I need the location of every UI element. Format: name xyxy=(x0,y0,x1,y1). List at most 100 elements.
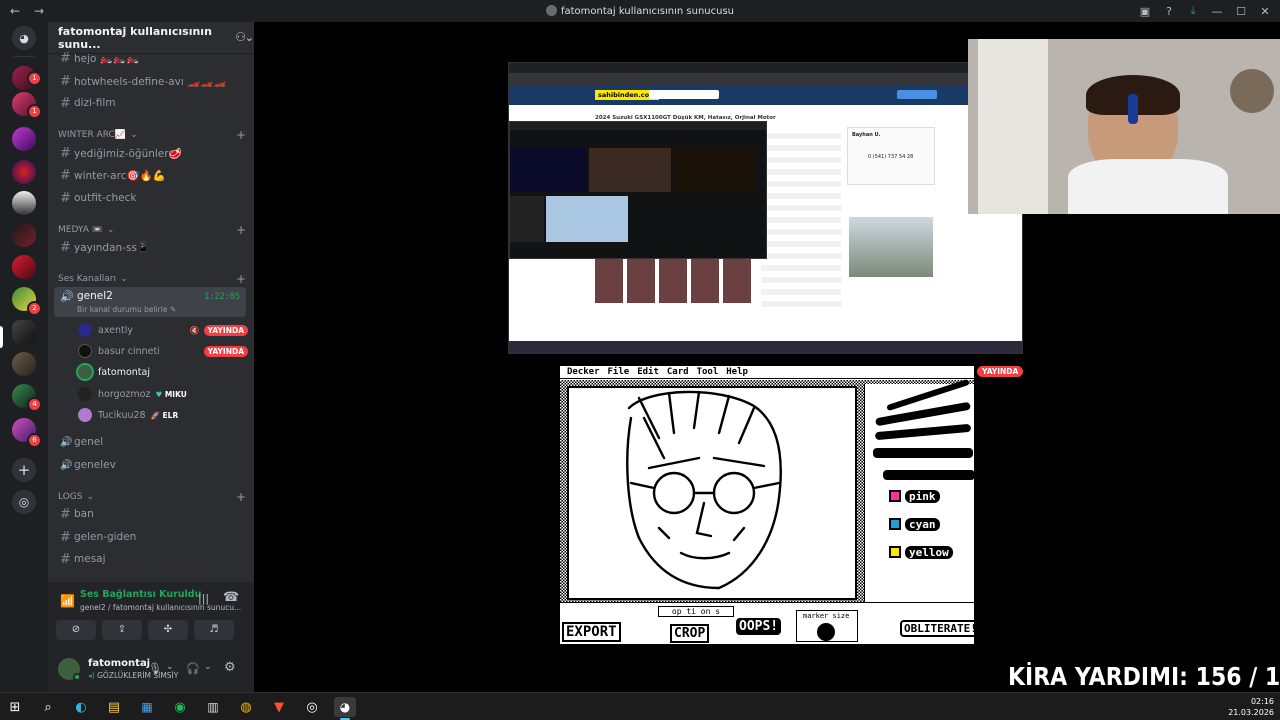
add-channel-icon[interactable]: + xyxy=(236,223,246,237)
category-winter-arc[interactable]: WINTER ARC📈 ⌄ + xyxy=(58,128,246,142)
spotify-icon[interactable]: ◉ xyxy=(169,697,191,717)
pen-tool[interactable] xyxy=(874,423,972,441)
avatar xyxy=(78,344,92,358)
server-icon-7[interactable] xyxy=(12,255,36,279)
system-clock[interactable]: 02:16 21.03.2026 xyxy=(1228,696,1274,718)
chrome-icon[interactable]: ◍ xyxy=(235,697,257,717)
channel-hejo[interactable]: # hejo 🏍️🏍️🏍️ xyxy=(56,48,246,68)
settings-gear-icon[interactable]: ⚙ xyxy=(224,660,236,675)
voice-user-basur[interactable]: basur cinneti YAYINDA xyxy=(78,341,248,361)
activities-button[interactable]: ✣ xyxy=(148,620,188,640)
maximize-button[interactable]: ☐ xyxy=(1232,2,1250,20)
microphone-icon[interactable]: 🎙 xyxy=(148,662,162,675)
server-icon-5[interactable] xyxy=(12,191,36,215)
voice-user-tucikuu[interactable]: Tucikuu28 🚀 ELR xyxy=(78,405,248,425)
marker-pink[interactable]: pink xyxy=(889,488,974,504)
voice-channel-genel[interactable]: 🔊 genel xyxy=(56,432,246,452)
soundboard-button[interactable]: ♬ xyxy=(194,620,234,640)
pen-tool[interactable] xyxy=(883,470,974,480)
username[interactable]: fatomontaj xyxy=(88,658,150,669)
voice-channel-genel2[interactable]: 🔊 genel2 1:22:05 Bir kanal durumu belirl… xyxy=(54,287,246,317)
webcam-stream[interactable] xyxy=(968,39,1280,214)
channel-gelen-giden[interactable]: # gelen-giden xyxy=(56,527,246,547)
marker-size-control[interactable]: marker size xyxy=(796,610,858,642)
voice-user-horgozmoz[interactable]: horgozmoz ♥ MIKU xyxy=(78,384,248,404)
add-channel-icon[interactable]: + xyxy=(236,128,246,142)
ad-image xyxy=(849,217,933,277)
user-status: ◂) GÖZLÜKLERİM SİMSİY xyxy=(88,671,179,680)
menu-card[interactable]: Card xyxy=(667,366,689,378)
inbox-icon[interactable]: ▣ xyxy=(1136,2,1154,20)
menu-decker[interactable]: Decker xyxy=(567,366,600,378)
help-icon[interactable]: ? xyxy=(1160,2,1178,20)
marker-yellow[interactable]: yellow xyxy=(889,544,974,560)
file-explorer-icon[interactable]: ▤ xyxy=(103,697,125,717)
server-icon-9[interactable] xyxy=(12,352,36,376)
obliterate-button[interactable]: OBLITERATE! xyxy=(900,620,974,637)
stream-screen-share-browser[interactable]: sahibinden.com 2024 Suzuki GSX1100GT Düş… xyxy=(508,62,1023,354)
server-icon-4[interactable] xyxy=(12,160,36,184)
category-medya[interactable]: MEDYA 📼 ⌄ + xyxy=(58,223,246,237)
crop-button[interactable]: CROP xyxy=(670,624,710,643)
add-channel-icon[interactable]: + xyxy=(236,490,246,504)
channel-yayindan-ss[interactable]: # yayından-ss📱 xyxy=(56,237,246,257)
pen-tools-palette[interactable]: pink cyan yellow xyxy=(864,378,974,604)
chevron-down-icon[interactable]: ⌄ xyxy=(204,662,212,672)
pink-swatch xyxy=(889,490,901,502)
connection-detail[interactable]: genel2 / fatomontaj kullanıcısının sunuc… xyxy=(80,603,241,612)
server-icon-active[interactable] xyxy=(12,320,36,344)
drawing-canvas[interactable] xyxy=(567,386,857,600)
minimize-button[interactable]: — xyxy=(1208,2,1226,20)
server-icon-3[interactable] xyxy=(12,127,36,151)
search-icon[interactable]: ⌕ xyxy=(37,697,59,717)
channel-winter-arc[interactable]: # winter-arc🎯🔥💪 xyxy=(56,165,246,185)
discord-taskbar-icon[interactable]: ◕ xyxy=(334,697,356,717)
export-button[interactable]: EXPORT xyxy=(562,622,621,642)
obs-icon[interactable]: ◎ xyxy=(301,697,323,717)
menu-tool[interactable]: Tool xyxy=(697,366,719,378)
screen-share-button[interactable]: ⇪ xyxy=(102,620,142,640)
connection-status[interactable]: Ses Bağlantısı Kuruldu xyxy=(80,589,201,600)
marker-cyan[interactable]: cyan xyxy=(889,516,974,532)
channel-dizi-film[interactable]: # dizi-film xyxy=(56,93,246,113)
brave-icon[interactable]: ▼ xyxy=(268,697,290,717)
noise-suppression-icon[interactable]: ||| xyxy=(198,592,209,605)
headphones-icon[interactable]: 🎧 xyxy=(186,662,200,675)
discord-home-icon[interactable]: ◕ xyxy=(12,26,36,50)
edge-browser-icon[interactable]: ◐ xyxy=(70,697,92,717)
store-icon[interactable]: ▦ xyxy=(136,697,158,717)
menu-edit[interactable]: Edit xyxy=(637,366,659,378)
channel-hotwheels[interactable]: # hotwheels-define-avı 🏎️🏎️🏎️ xyxy=(56,71,246,91)
add-channel-icon[interactable]: + xyxy=(236,272,246,286)
channel-yedigimiz[interactable]: # yediğimiz-öğünler🥩 xyxy=(56,143,246,163)
category-ses-kanallari[interactable]: Ses Kanalları ⌄ + xyxy=(58,272,246,286)
menu-help[interactable]: Help xyxy=(726,366,748,378)
calculator-icon[interactable]: ▥ xyxy=(202,697,224,717)
download-icon[interactable]: ⤓ xyxy=(1184,2,1202,20)
voice-user-axently[interactable]: axently 🔇 YAYINDA xyxy=(78,320,248,340)
voice-channel-genelev[interactable]: 🔊 genelev xyxy=(56,455,246,475)
chevron-down-icon[interactable]: ⌄ xyxy=(166,662,174,672)
oops-button[interactable]: OOPS! xyxy=(736,618,782,635)
windows-start-icon[interactable]: ⊞ xyxy=(4,697,26,717)
options-button[interactable]: op ti on s xyxy=(658,606,734,617)
stream-screen-share-decker[interactable]: Decker File Edit Card Tool Help pink cya… xyxy=(560,366,974,644)
channel-ban[interactable]: # ban xyxy=(56,504,246,524)
add-friend-icon[interactable]: ⚇ xyxy=(235,30,246,44)
add-server-icon[interactable]: + xyxy=(12,458,36,482)
pen-tool[interactable] xyxy=(873,448,973,458)
server-icon-6[interactable] xyxy=(12,223,36,247)
disconnect-icon[interactable]: ☎ xyxy=(223,590,239,605)
explore-icon[interactable]: ◎ xyxy=(12,490,36,514)
channel-outfit-check[interactable]: # outfit-check xyxy=(56,188,246,208)
portrait-sketch xyxy=(626,390,782,590)
menu-file[interactable]: File xyxy=(608,366,630,378)
channel-status-hint[interactable]: Bir kanal durumu belirle ✎ xyxy=(77,305,176,314)
close-button[interactable]: ✕ xyxy=(1256,2,1274,20)
live-badge: YAYINDA xyxy=(203,324,248,336)
channel-mesaj[interactable]: # mesaj xyxy=(56,549,246,569)
windows-taskbar-mini xyxy=(509,341,1022,353)
camera-button[interactable]: ⊘ xyxy=(56,620,96,640)
voice-user-fatomontaj[interactable]: fatomontaj xyxy=(78,362,248,382)
category-logs[interactable]: LOGS ⌄ + xyxy=(58,490,246,504)
